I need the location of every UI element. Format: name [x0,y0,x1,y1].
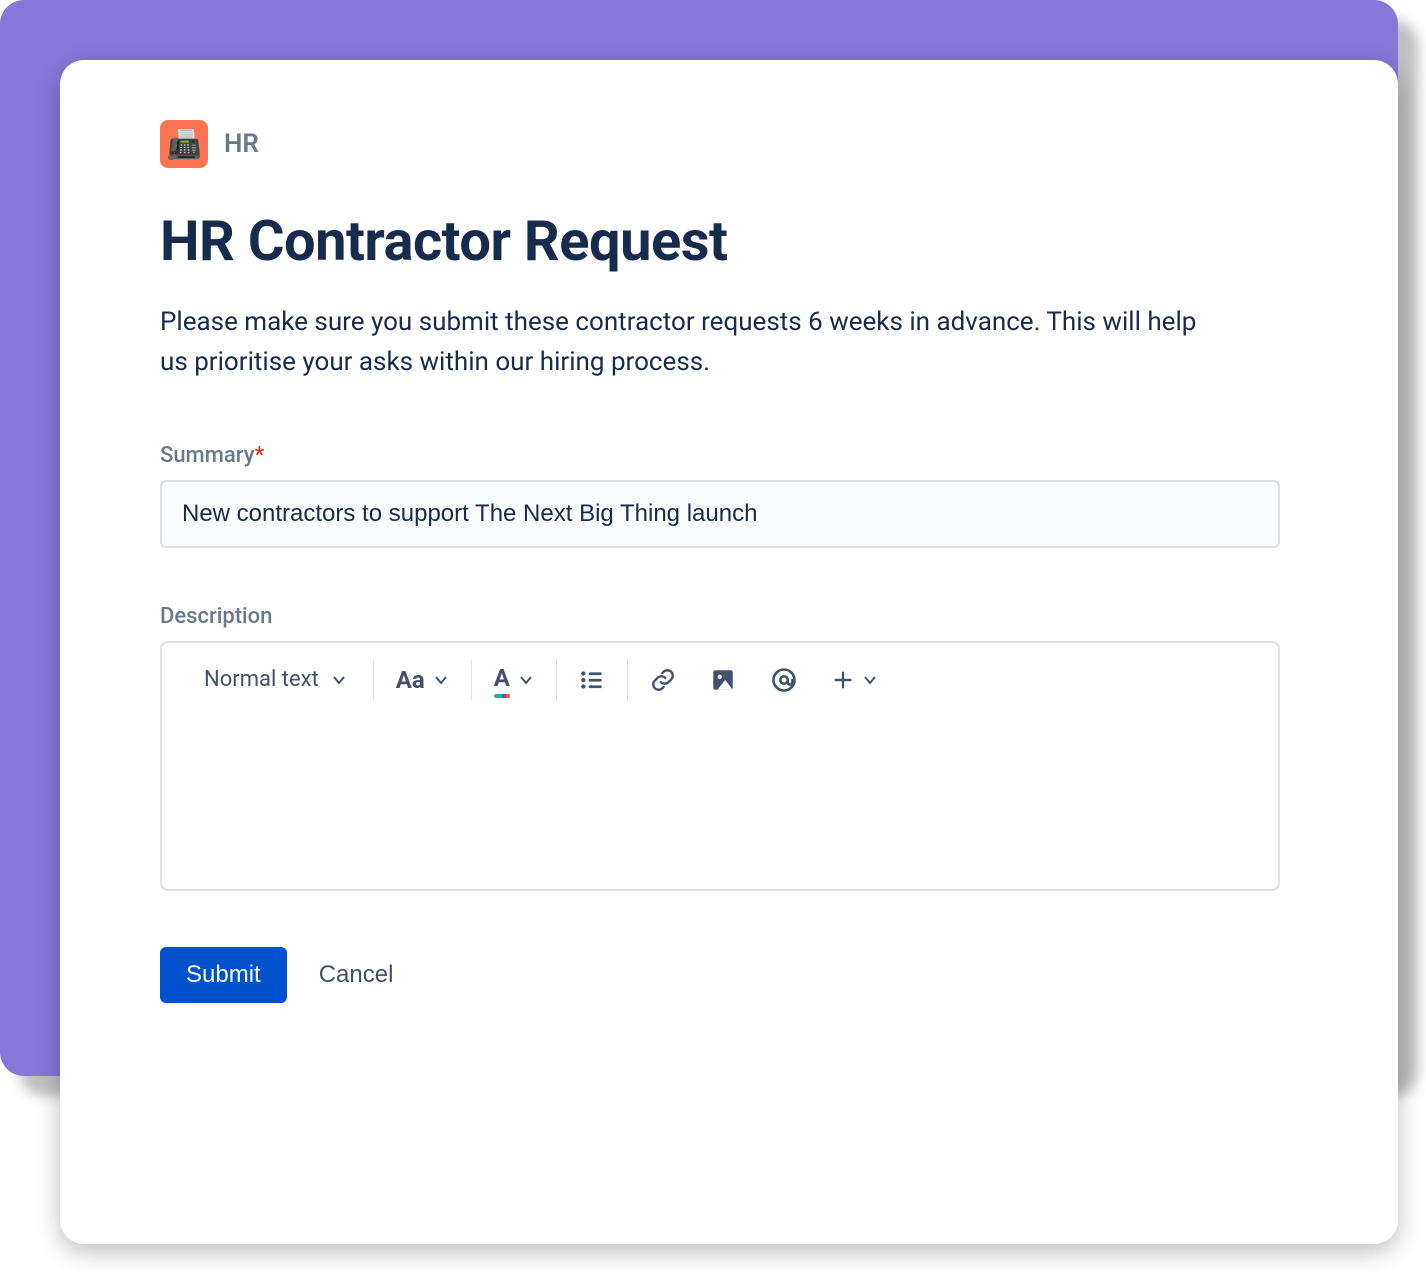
text-style-dropdown[interactable]: Normal text [204,667,351,692]
summary-label: Summary* [160,443,1298,468]
chevron-down-icon [862,672,878,688]
submit-button[interactable]: Submit [160,947,287,1003]
text-color-button[interactable]: A [494,664,534,696]
mention-button[interactable] [770,666,798,694]
list-button[interactable] [579,667,605,693]
project-name: HR [224,129,259,159]
description-label: Description [160,604,1298,629]
text-color-icon: A [494,664,510,696]
bullet-list-icon [579,667,605,693]
description-editor: Normal text Aa A [160,641,1280,891]
link-button[interactable] [650,667,676,693]
project-breadcrumb: 📠 HR [160,120,1298,168]
at-icon [770,666,798,694]
link-icon [650,667,676,693]
form-actions: Submit Cancel [160,947,1298,1003]
summary-input[interactable] [160,480,1280,548]
editor-toolbar: Normal text Aa A [162,643,1278,717]
plus-icon [832,669,854,691]
page-description: Please make sure you submit these contra… [160,302,1220,383]
text-formatting-button[interactable]: Aa [396,666,449,694]
description-textarea[interactable] [162,717,1278,889]
required-indicator: * [255,443,265,468]
image-icon [710,667,736,693]
project-icon: 📠 [160,120,208,168]
form-card: 📠 HR HR Contractor Request Please make s… [60,60,1398,1244]
chevron-down-icon [433,672,449,688]
cancel-button[interactable]: Cancel [319,961,394,989]
fax-icon: 📠 [167,128,202,161]
page-title: HR Contractor Request [160,208,1298,274]
image-button[interactable] [710,667,736,693]
text-format-icon: Aa [396,666,425,694]
chevron-down-icon [331,672,347,688]
insert-more-button[interactable] [832,669,878,691]
chevron-down-icon [518,672,534,688]
